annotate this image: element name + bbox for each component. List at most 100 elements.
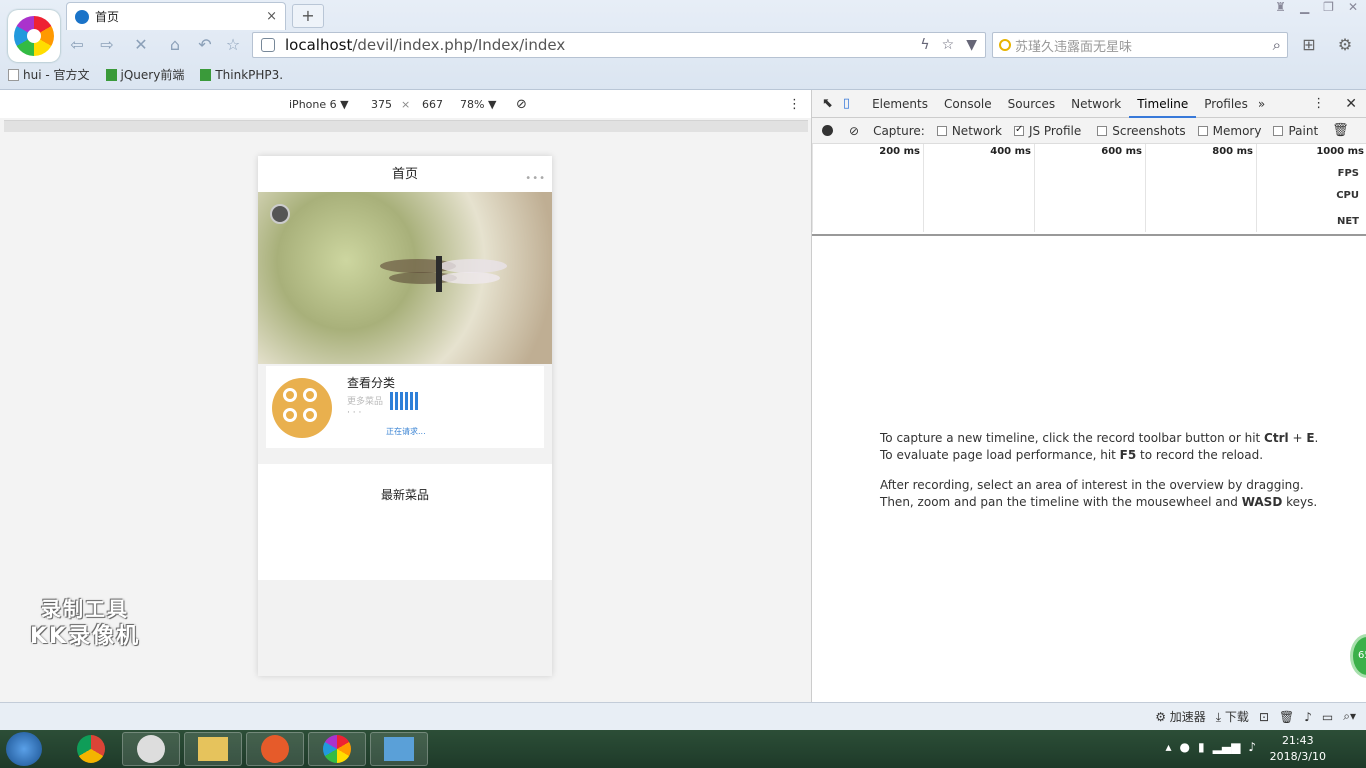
chrome-taskbar-icon[interactable] xyxy=(62,732,120,766)
watermark-line1: 录制工具 xyxy=(41,597,130,621)
loading-spinner-icon xyxy=(390,392,418,410)
rotate-icon[interactable]: ⊘ xyxy=(516,97,527,112)
inspect-icon[interactable]: ⬉ xyxy=(822,96,833,111)
browser-taskbar-icon[interactable] xyxy=(308,732,366,766)
search-icon[interactable]: ⌕ xyxy=(1273,36,1281,54)
zoom-icon[interactable]: ⌕▾ xyxy=(1343,709,1356,724)
folder-icon xyxy=(105,68,117,81)
signal-icon[interactable]: ▂▄▆ xyxy=(1213,740,1241,754)
capture-screenshots-checkbox[interactable]: Screenshots xyxy=(1097,124,1186,138)
devtools-menu-icon[interactable]: ⋮ xyxy=(1312,96,1325,111)
accelerator-button[interactable]: ⚙ 加速器 xyxy=(1155,708,1206,725)
banner-image[interactable] xyxy=(258,192,552,364)
new-tab-button[interactable]: + xyxy=(292,4,324,28)
search-box[interactable]: 苏瑾久违露面无星味 ⌕ xyxy=(992,32,1288,58)
device-toolbar: iPhone 6 ▼ 375 × 667 78% ▼ ⊘ ⋮ xyxy=(0,90,811,118)
tab-timeline[interactable]: Timeline xyxy=(1129,90,1197,118)
tools-icon[interactable]: ⚙ xyxy=(1334,34,1356,56)
screenshot-icon[interactable]: ⊡ xyxy=(1259,710,1269,724)
network-icon[interactable]: ▮ xyxy=(1198,740,1205,754)
capture-jsprofile-checkbox[interactable]: JS Profile xyxy=(1013,124,1081,138)
zoom-select[interactable]: 78% ▼ xyxy=(460,98,496,111)
tab-title: 首页 xyxy=(95,10,120,24)
media-query-ruler[interactable] xyxy=(4,120,808,132)
device-height[interactable]: 667 xyxy=(422,98,443,111)
time-tick: 400 ms xyxy=(923,144,1034,232)
browser-tab[interactable]: 首页 × xyxy=(66,2,286,30)
browser-logo-icon[interactable] xyxy=(8,10,60,62)
more-options-icon[interactable]: ⋮ xyxy=(788,97,801,112)
page-header: 首页 ••• xyxy=(258,156,552,192)
tab-console[interactable]: Console xyxy=(936,90,1000,118)
record-button[interactable] xyxy=(822,125,833,136)
tab-sources[interactable]: Sources xyxy=(1000,90,1063,118)
category-title: 查看分类 xyxy=(347,376,396,390)
timeline-overview[interactable]: 200 ms 400 ms 600 ms 800 ms 1000 ms FPS … xyxy=(812,144,1366,236)
start-button[interactable] xyxy=(6,732,42,766)
capture-paint-checkbox[interactable]: Paint xyxy=(1273,124,1318,138)
trash-icon[interactable]: 🗑 xyxy=(1332,123,1349,138)
time-tick: 800 ms xyxy=(1145,144,1256,232)
tab-close-button[interactable]: × xyxy=(266,9,277,24)
tab-network[interactable]: Network xyxy=(1063,90,1129,118)
bookmark-item[interactable]: jQuery前端 xyxy=(105,66,184,83)
forward-icon[interactable]: ⇨ xyxy=(96,34,118,56)
recorder-taskbar-icon[interactable] xyxy=(370,732,428,766)
folder-icon xyxy=(200,68,212,81)
window-controls: ♜ ▁ ❐ ✕ xyxy=(1275,0,1358,14)
device-width[interactable]: 375 xyxy=(371,98,392,111)
device-mode-icon[interactable]: ▯ xyxy=(843,96,850,111)
tab-favicon-icon xyxy=(75,9,89,24)
download-button[interactable]: ⤓ 下载 xyxy=(1216,708,1249,725)
cpu-label: CPU xyxy=(1336,190,1359,201)
undo-icon[interactable]: ↶ xyxy=(194,34,216,56)
tray-expand-icon[interactable]: ▴ xyxy=(1166,740,1172,754)
minimize-button[interactable]: ▁ xyxy=(1300,0,1309,14)
restore-button[interactable]: ❐ xyxy=(1323,0,1334,14)
speed-badge[interactable]: 65 xyxy=(1350,634,1366,678)
dragonfly-image xyxy=(380,256,507,292)
grid-icon[interactable]: ⊞ xyxy=(1298,34,1320,56)
close-window-button[interactable]: ✕ xyxy=(1348,0,1358,14)
tab-profiles[interactable]: Profiles xyxy=(1196,90,1256,118)
stop-icon[interactable]: ✕ xyxy=(130,34,152,56)
site-info-icon[interactable] xyxy=(261,38,275,52)
more-tabs-icon[interactable]: » xyxy=(1258,97,1265,111)
clock[interactable]: 21:43 2018/3/10 xyxy=(1270,733,1326,765)
clock-date: 2018/3/10 xyxy=(1269,750,1326,763)
bookmark-item[interactable]: ThinkPHP3. xyxy=(200,66,283,83)
search-engine-icon[interactable] xyxy=(999,39,1011,51)
back-icon[interactable]: ⇦ xyxy=(66,34,88,56)
search-input[interactable]: 苏瑾久违露面无星味 xyxy=(1015,36,1132,55)
watermark: 录制工具 KK录像机 xyxy=(30,595,140,651)
device-select[interactable]: iPhone 6 ▼ xyxy=(289,98,349,111)
skin-icon[interactable]: ♜ xyxy=(1275,0,1286,14)
volume-icon[interactable]: ♪ xyxy=(1304,710,1312,724)
capture-label: Capture: xyxy=(873,123,925,138)
window-icon[interactable]: ▭ xyxy=(1322,710,1333,724)
user-taskbar-icon[interactable] xyxy=(122,732,180,766)
category-card[interactable]: 查看分类 更多菜品 · · · 正在请求... xyxy=(266,366,544,448)
speaker-icon[interactable]: ♪ xyxy=(1248,740,1256,754)
dimension-separator: × xyxy=(401,97,411,111)
loading-text: 正在请求... xyxy=(386,427,426,436)
folder-taskbar-icon[interactable] xyxy=(184,732,242,766)
app-taskbar-icon[interactable] xyxy=(246,732,304,766)
clear-icon[interactable]: ⊘ xyxy=(849,124,859,138)
dropdown-arrow-icon[interactable]: ▼ xyxy=(966,37,977,53)
category-subtitle: 更多菜品 xyxy=(347,397,384,407)
bookmark-star-icon[interactable]: ☆ xyxy=(942,37,955,53)
tab-elements[interactable]: Elements xyxy=(864,90,936,118)
page-icon xyxy=(8,68,19,81)
capture-memory-checkbox[interactable]: Memory xyxy=(1197,124,1261,138)
favorite-star-icon[interactable]: ☆ xyxy=(222,34,244,56)
qq-icon[interactable]: ● xyxy=(1180,740,1190,754)
devtools-close-icon[interactable]: ✕ xyxy=(1345,96,1357,112)
home-icon[interactable]: ⌂ xyxy=(164,34,186,56)
taskbar: ▴ ● ▮ ▂▄▆ ♪ 21:43 2018/3/10 xyxy=(0,730,1366,768)
capture-network-checkbox[interactable]: Network xyxy=(936,124,1002,138)
trash-icon[interactable]: 🗑 xyxy=(1279,710,1294,724)
address-bar[interactable]: localhost /devil/index.php/Index/index ϟ… xyxy=(252,32,986,58)
lightning-icon[interactable]: ϟ xyxy=(920,37,929,53)
bookmark-item[interactable]: hui - 官方文 xyxy=(8,66,90,83)
